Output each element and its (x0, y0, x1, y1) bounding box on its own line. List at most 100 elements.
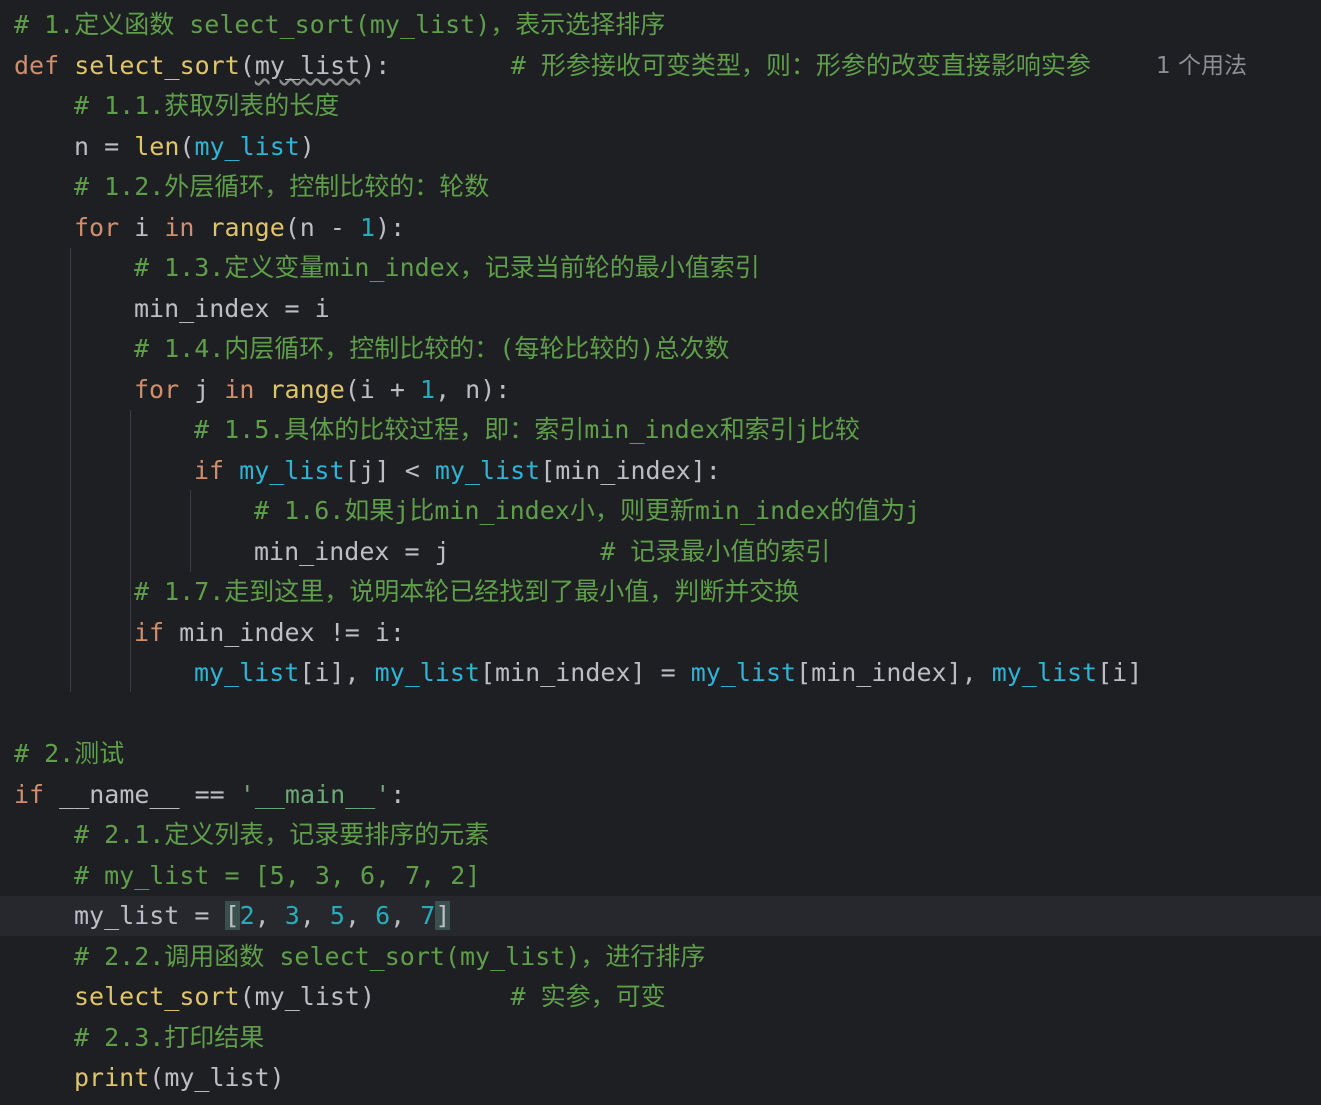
code-line[interactable]: if __name__ == '__main__': (0, 775, 1321, 815)
code-token: if (194, 456, 240, 485)
code-line[interactable]: my_list[i], my_list[min_index] = my_list… (0, 653, 1321, 693)
code-token: print (74, 1063, 150, 1092)
code-line-content: for j in range(i + 1, n): (134, 370, 510, 410)
usages-hint[interactable]: 1 个用法 (1156, 46, 1247, 86)
code-token: range (209, 213, 285, 242)
code-line[interactable]: min_index = j # 记录最小值的索引 (0, 532, 1321, 572)
code-line[interactable] (0, 694, 1321, 734)
code-token: # 1.4.内层循环，控制比较的：(每轮比较的)总次数 (134, 334, 730, 363)
code-token: # 实参，可变 (510, 982, 666, 1011)
code-line-content: # 2.3.打印结果 (74, 1018, 264, 1058)
code-line-content: # 1.1.获取列表的长度 (74, 86, 339, 126)
code-token: (n - (284, 213, 361, 242)
code-token: # 1.6.如果j比min_index小，则更新min_index的值为j (254, 496, 921, 525)
code-token: my_list (194, 658, 300, 687)
code-token: for (74, 213, 135, 242)
code-line[interactable]: # 1.7.走到这里，说明本轮已经找到了最小值，判断并交换 (0, 572, 1321, 612)
code-line[interactable]: if my_list[j] < my_list[min_index]: (0, 451, 1321, 491)
code-token: ( (179, 132, 195, 161)
code-line[interactable]: def select_sort(my_list): # 形参接收可变类型，则：形… (0, 46, 1321, 86)
code-token: # 2.1.定义列表，记录要排序的元素 (74, 820, 490, 849)
code-token: # 1.1.获取列表的长度 (74, 91, 340, 120)
code-token: 1 (420, 375, 436, 404)
code-line[interactable]: for i in range(n - 1): (0, 208, 1321, 248)
code-line-content: # 1.定义函数 select_sort(my_list)，表示选择排序 (14, 5, 665, 45)
code-token: [min_index]: (540, 456, 721, 485)
code-line-content: def select_sort(my_list): # 形参接收可变类型，则：形… (14, 46, 1091, 86)
code-token: def (14, 51, 75, 80)
code-token: __name__ == (59, 780, 240, 809)
code-token: # 1.定义函数 select_sort(my_list)，表示选择排序 (14, 10, 666, 39)
code-line[interactable]: # 2.3.打印结果 (0, 1018, 1321, 1058)
code-line-content: if __name__ == '__main__': (14, 775, 405, 815)
code-token: in (224, 375, 270, 404)
code-line[interactable]: # 2.2.调用函数 select_sort(my_list)，进行排序 (0, 937, 1321, 977)
code-token: i (134, 213, 165, 242)
code-line[interactable]: min_index = i (0, 289, 1321, 329)
code-token: # 2.测试 (14, 739, 125, 768)
code-token: , (344, 901, 376, 930)
code-token: in (164, 213, 210, 242)
code-line-content: min_index = j # 记录最小值的索引 (254, 532, 830, 572)
code-line-content: if my_list[j] < my_list[min_index]: (194, 451, 721, 491)
code-line-content: if min_index != i: (134, 613, 405, 653)
code-token: ): (360, 51, 511, 80)
code-line-content: print(my_list) (74, 1058, 285, 1098)
code-line[interactable]: # 1.4.内层循环，控制比较的：(每轮比较的)总次数 (0, 329, 1321, 369)
code-token: 6 (375, 901, 391, 930)
code-token: # 1.3.定义变量min_index，记录当前轮的最小值索引 (134, 253, 760, 282)
code-token: (my_list) (149, 1063, 285, 1092)
code-token: [min_index], (796, 658, 992, 687)
code-token: , (390, 901, 421, 930)
code-line-content: for i in range(n - 1): (74, 208, 405, 248)
code-token: range (269, 375, 345, 404)
code-line[interactable]: # 2.测试 (0, 734, 1321, 774)
code-token: ) (299, 132, 315, 161)
code-token: n = (74, 132, 135, 161)
code-token: 3 (284, 901, 300, 930)
code-line[interactable]: print(my_list) (0, 1058, 1321, 1098)
code-token: 1 (360, 213, 376, 242)
code-line[interactable]: # 1.6.如果j比min_index小，则更新min_index的值为j (0, 491, 1321, 531)
code-line[interactable]: select_sort(my_list) # 实参，可变 (0, 977, 1321, 1017)
code-line[interactable]: # 2.1.定义列表，记录要排序的元素 (0, 815, 1321, 855)
code-token: 5 (329, 901, 345, 930)
code-line[interactable]: for j in range(i + 1, n): (0, 370, 1321, 410)
code-token: my_list (239, 456, 345, 485)
code-line-content: # 2.测试 (14, 734, 124, 774)
code-line-content: # 1.7.走到这里，说明本轮已经找到了最小值，判断并交换 (134, 572, 799, 612)
code-line[interactable]: if min_index != i: (0, 613, 1321, 653)
code-line[interactable]: # 1.2.外层循环，控制比较的：轮数 (0, 167, 1321, 207)
code-line-content: my_list[i], my_list[min_index] = my_list… (194, 653, 1142, 693)
code-line[interactable]: my_list = [2, 3, 5, 6, 7] (0, 896, 1321, 936)
code-token: my_list (194, 132, 300, 161)
code-line[interactable]: # 1.1.获取列表的长度 (0, 86, 1321, 126)
code-line[interactable]: # my_list = [5, 3, 6, 7, 2] (0, 856, 1321, 896)
code-token: [j] < (344, 456, 435, 485)
code-line[interactable]: # 1.5.具体的比较过程，即：索引min_index和索引j比较 (0, 410, 1321, 450)
code-token: j (194, 375, 225, 404)
code-line[interactable]: # 1.定义函数 select_sort(my_list)，表示选择排序 (0, 5, 1321, 45)
code-token: ( (239, 51, 255, 80)
code-line-content: # 1.3.定义变量min_index，记录当前轮的最小值索引 (134, 248, 760, 288)
code-token: [min_index] = (479, 658, 691, 687)
code-line-content: my_list = [2, 3, 5, 6, 7] (74, 896, 451, 936)
code-token: my_list (991, 658, 1098, 687)
code-token: # 记录最小值的索引 (600, 537, 831, 566)
code-token: ): (375, 213, 406, 242)
code-line-content: # 1.2.外层循环，控制比较的：轮数 (74, 167, 489, 207)
code-token: select_sort (74, 51, 240, 80)
code-token: ] (435, 901, 451, 930)
code-line-content: select_sort(my_list) # 实参，可变 (74, 977, 666, 1017)
code-token: min_index = i (134, 294, 330, 323)
code-token: # 1.2.外层循环，控制比较的：轮数 (74, 172, 490, 201)
code-editor[interactable]: # 1.定义函数 select_sort(my_list)，表示选择排序def … (0, 0, 1321, 1105)
code-line-content: min_index = i (134, 289, 330, 329)
code-token: my_list (434, 456, 541, 485)
code-token: my_list = (74, 901, 225, 930)
code-token: if (14, 780, 60, 809)
code-line[interactable]: n = len(my_list) (0, 127, 1321, 167)
code-token: , (254, 901, 285, 930)
code-line[interactable]: # 1.3.定义变量min_index，记录当前轮的最小值索引 (0, 248, 1321, 288)
code-token: [i] (1097, 658, 1143, 687)
